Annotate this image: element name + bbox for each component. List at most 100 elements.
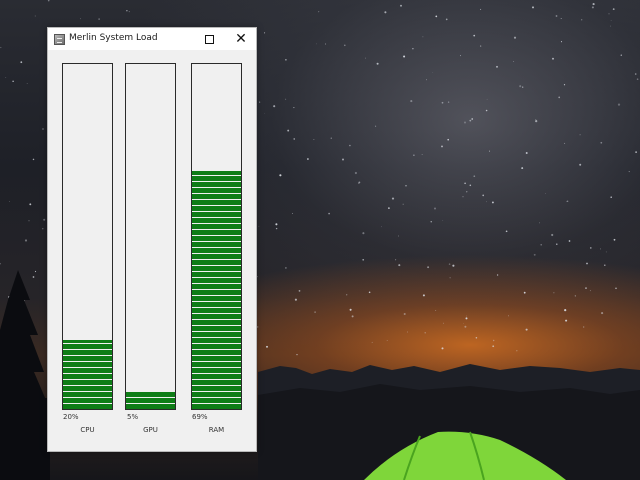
star (349, 308, 352, 311)
star (318, 11, 320, 13)
star (496, 65, 498, 68)
star (523, 291, 526, 294)
star (435, 15, 438, 18)
app-icon (54, 34, 65, 45)
star (285, 98, 287, 100)
star (405, 185, 407, 187)
star (448, 263, 451, 265)
star (531, 6, 535, 9)
star (636, 78, 639, 81)
star (258, 225, 260, 227)
star (560, 17, 562, 20)
star (264, 32, 266, 34)
star (579, 134, 581, 136)
star (371, 341, 373, 343)
star (362, 258, 365, 261)
star (465, 317, 468, 320)
star (620, 54, 623, 56)
star (32, 158, 35, 161)
star (20, 61, 23, 64)
star (634, 73, 637, 75)
star (328, 212, 330, 215)
star (564, 309, 567, 312)
star (80, 18, 81, 20)
star (464, 121, 466, 124)
star (287, 129, 290, 132)
star (0, 263, 1, 265)
title-bar[interactable]: Merlin System Load ✕ (48, 28, 256, 50)
star (469, 184, 472, 187)
star (391, 197, 395, 200)
star (566, 200, 568, 202)
star (42, 128, 44, 130)
star (592, 3, 595, 6)
star (358, 181, 361, 184)
star (421, 154, 423, 155)
close-button[interactable]: ✕ (226, 28, 256, 50)
star (386, 340, 388, 341)
star (285, 58, 287, 61)
star (466, 315, 468, 317)
star (432, 71, 434, 73)
star (9, 201, 10, 202)
window-title: Merlin System Load (69, 33, 158, 43)
star (395, 259, 397, 261)
star (427, 266, 430, 269)
star (473, 175, 476, 178)
star (581, 19, 583, 21)
star (464, 325, 467, 328)
star (635, 151, 637, 153)
star (609, 25, 611, 27)
maximize-button[interactable] (194, 28, 224, 50)
star (354, 171, 357, 175)
star (98, 18, 100, 20)
star (513, 61, 515, 62)
star (441, 145, 443, 148)
star (475, 337, 478, 339)
star (485, 109, 488, 112)
star (266, 345, 268, 348)
star (516, 350, 518, 352)
ram-gauge-fill (192, 170, 241, 409)
star (264, 112, 265, 114)
star (273, 105, 276, 108)
star (564, 142, 566, 144)
star (563, 84, 566, 86)
star (589, 247, 592, 249)
star (615, 287, 617, 290)
star (376, 62, 379, 65)
star (342, 158, 344, 161)
star (600, 141, 603, 144)
star (612, 8, 615, 11)
star (585, 287, 587, 289)
ram-label: RAM (208, 426, 225, 434)
star (422, 36, 424, 38)
star (574, 295, 576, 297)
star (610, 196, 612, 198)
star (279, 174, 282, 177)
star (285, 267, 287, 269)
tree-silhouette (0, 270, 46, 400)
star (32, 276, 35, 278)
gpu-gauge-fill (126, 391, 175, 409)
star (471, 118, 474, 120)
star (275, 223, 278, 226)
star (293, 107, 295, 109)
star (591, 6, 594, 9)
star (482, 194, 485, 197)
star (298, 290, 301, 292)
close-icon: ✕ (235, 31, 247, 47)
star (613, 238, 616, 241)
star (28, 220, 30, 222)
star (552, 57, 554, 60)
star (325, 43, 327, 45)
star (402, 203, 404, 205)
star (492, 345, 495, 348)
star (368, 291, 371, 294)
star (496, 274, 499, 276)
star (292, 212, 293, 214)
star (24, 239, 28, 242)
star (306, 158, 309, 160)
star (521, 167, 524, 170)
cpu-label: CPU (80, 426, 95, 434)
